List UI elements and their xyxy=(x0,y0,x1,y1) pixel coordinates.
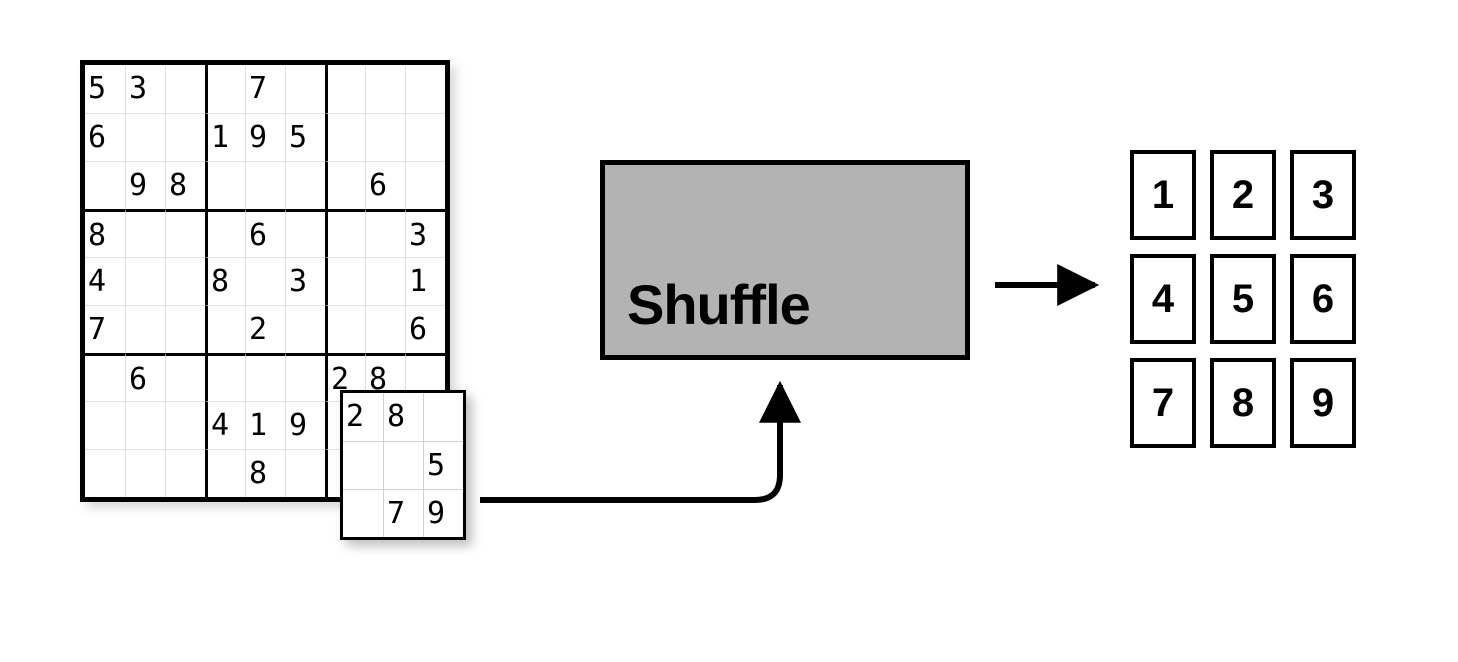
sudoku-cell: 1 xyxy=(405,257,445,305)
sudoku-cell xyxy=(325,65,365,113)
sudoku-cell: 7 xyxy=(245,65,285,113)
sudoku-cell xyxy=(365,257,405,305)
subgrid-cell xyxy=(383,441,423,489)
sudoku-cell xyxy=(285,353,325,401)
keypad-key: 9 xyxy=(1290,358,1356,448)
subgrid-cell: 5 xyxy=(423,441,463,489)
keypad-key: 4 xyxy=(1130,254,1196,344)
shuffle-box: Shuffle xyxy=(600,160,970,360)
subgrid-cell xyxy=(343,489,383,537)
sudoku-cell xyxy=(85,449,125,497)
sudoku-cell xyxy=(165,449,205,497)
sudoku-subgrid: 28579 xyxy=(340,390,466,540)
sudoku-cell: 8 xyxy=(245,449,285,497)
sudoku-cell xyxy=(325,209,365,257)
sudoku-cell: 6 xyxy=(125,353,165,401)
keypad-key: 8 xyxy=(1210,358,1276,448)
sudoku-cell: 6 xyxy=(245,209,285,257)
sudoku-cell xyxy=(165,113,205,161)
sudoku-cell: 5 xyxy=(85,65,125,113)
sudoku-cell xyxy=(285,305,325,353)
sudoku-cell: 9 xyxy=(245,113,285,161)
sudoku-cell xyxy=(325,257,365,305)
shuffle-label: Shuffle xyxy=(627,272,810,337)
sudoku-cell: 8 xyxy=(205,257,245,305)
sudoku-cell xyxy=(125,209,165,257)
sudoku-cell xyxy=(405,65,445,113)
sudoku-cell xyxy=(365,65,405,113)
sudoku-cell xyxy=(125,257,165,305)
keypad-key: 3 xyxy=(1290,150,1356,240)
sudoku-cell xyxy=(285,209,325,257)
sudoku-cell: 4 xyxy=(85,257,125,305)
keypad-key: 6 xyxy=(1290,254,1356,344)
sudoku-cell xyxy=(365,209,405,257)
keypad-key: 5 xyxy=(1210,254,1276,344)
sudoku-cell xyxy=(205,209,245,257)
sudoku-cell: 6 xyxy=(365,161,405,209)
keypad-key: 7 xyxy=(1130,358,1196,448)
sudoku-cell xyxy=(205,353,245,401)
sudoku-cell xyxy=(285,449,325,497)
sudoku-cell: 6 xyxy=(85,113,125,161)
sudoku-cell: 3 xyxy=(285,257,325,305)
sudoku-cell: 1 xyxy=(245,401,285,449)
subgrid-cell: 9 xyxy=(423,489,463,537)
sudoku-cell: 5 xyxy=(285,113,325,161)
sudoku-cell: 3 xyxy=(405,209,445,257)
sudoku-cell xyxy=(245,161,285,209)
sudoku-cell: 7 xyxy=(85,305,125,353)
arrow-into-shuffle xyxy=(480,385,780,500)
keypad-key: 2 xyxy=(1210,150,1276,240)
sudoku-cell xyxy=(325,161,365,209)
sudoku-cell xyxy=(85,401,125,449)
sudoku-cell xyxy=(205,161,245,209)
sudoku-cell xyxy=(165,257,205,305)
sudoku-cell xyxy=(125,449,165,497)
sudoku-cell: 2 xyxy=(245,305,285,353)
sudoku-cell: 1 xyxy=(205,113,245,161)
output-keypad: 123 456 789 xyxy=(1130,150,1356,448)
diagram-canvas: 537619598686348317266284195879 28579 Shu… xyxy=(0,0,1458,662)
sudoku-cell: 6 xyxy=(405,305,445,353)
subgrid-cell: 2 xyxy=(343,393,383,441)
sudoku-cell xyxy=(125,305,165,353)
sudoku-cell: 8 xyxy=(85,209,125,257)
sudoku-cell xyxy=(245,353,285,401)
sudoku-cell xyxy=(205,65,245,113)
sudoku-cell xyxy=(85,353,125,401)
sudoku-cell xyxy=(85,161,125,209)
sudoku-cell xyxy=(285,65,325,113)
sudoku-cell: 4 xyxy=(205,401,245,449)
sudoku-cell: 9 xyxy=(285,401,325,449)
sudoku-cell xyxy=(325,305,365,353)
sudoku-cell xyxy=(165,401,205,449)
sudoku-cell xyxy=(205,305,245,353)
sudoku-cell xyxy=(285,161,325,209)
sudoku-cell xyxy=(405,161,445,209)
sudoku-cell xyxy=(325,113,365,161)
sudoku-cell xyxy=(165,65,205,113)
keypad-key: 1 xyxy=(1130,150,1196,240)
sudoku-cell: 8 xyxy=(165,161,205,209)
sudoku-cell xyxy=(165,305,205,353)
sudoku-cell xyxy=(405,113,445,161)
subgrid-cell: 8 xyxy=(383,393,423,441)
subgrid-cell xyxy=(423,393,463,441)
subgrid-cell: 7 xyxy=(383,489,423,537)
sudoku-cell xyxy=(165,209,205,257)
sudoku-cell xyxy=(165,353,205,401)
subgrid-cell xyxy=(343,441,383,489)
sudoku-cell: 3 xyxy=(125,65,165,113)
sudoku-cell xyxy=(205,449,245,497)
sudoku-cell: 9 xyxy=(125,161,165,209)
sudoku-cell xyxy=(365,113,405,161)
sudoku-cell xyxy=(245,257,285,305)
sudoku-cell xyxy=(125,401,165,449)
sudoku-cell xyxy=(365,305,405,353)
sudoku-cell xyxy=(125,113,165,161)
